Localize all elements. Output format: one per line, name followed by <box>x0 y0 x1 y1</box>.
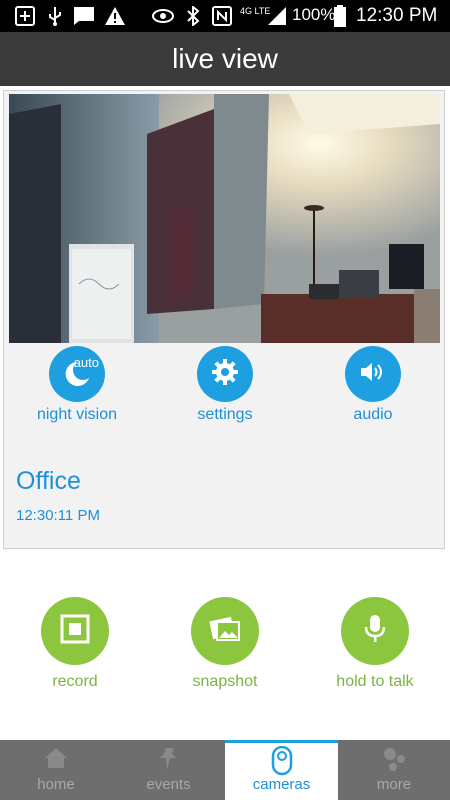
bluetooth-icon <box>184 6 202 26</box>
record-label: record <box>52 673 98 690</box>
camera-icon <box>271 745 293 780</box>
record-icon <box>60 614 90 649</box>
audio-control[interactable]: audio <box>298 346 448 424</box>
page-title: live view <box>172 43 278 74</box>
hold-to-talk-control[interactable]: hold to talk <box>300 597 450 691</box>
tab-cameras[interactable]: cameras <box>225 740 338 800</box>
live-video-feed[interactable] <box>9 94 440 343</box>
tab-cameras-label: cameras <box>252 776 311 793</box>
tab-events[interactable]: events <box>112 740 225 800</box>
speaker-icon <box>358 360 388 389</box>
snapshot-label: snapshot <box>192 673 258 690</box>
status-bar: 4G LTE 100% 12:30 PM <box>0 0 450 32</box>
settings-control[interactable]: settings <box>150 346 300 424</box>
tab-home-label: home <box>37 776 75 793</box>
battery-icon <box>333 5 347 27</box>
pin-icon <box>158 746 180 776</box>
night-vision-control[interactable]: auto night vision <box>2 346 152 424</box>
signal-icon <box>266 6 288 26</box>
more-icon <box>381 746 407 776</box>
settings-button[interactable] <box>197 346 253 402</box>
nfc-icon <box>211 6 233 26</box>
night-vision-label: night vision <box>36 406 118 423</box>
warning-icon <box>103 6 127 26</box>
audio-label: audio <box>353 406 393 423</box>
snapshot-button[interactable] <box>191 597 259 665</box>
photo-icon <box>208 614 242 649</box>
night-vision-auto-badge: auto <box>73 355 99 370</box>
record-button[interactable] <box>41 597 109 665</box>
hold-to-talk-button[interactable] <box>341 597 409 665</box>
add-box-icon <box>14 6 36 26</box>
page-title-bar: live view <box>0 32 450 86</box>
tab-more[interactable]: more <box>338 740 450 800</box>
record-control[interactable]: record <box>0 597 150 691</box>
status-clock: 12:30 PM <box>356 5 438 26</box>
microphone-icon <box>363 614 387 649</box>
usb-icon <box>44 6 66 26</box>
tab-home[interactable]: home <box>0 740 112 800</box>
camera-card: auto night vision settings audio Office … <box>3 90 445 549</box>
night-vision-button[interactable]: auto <box>49 346 105 402</box>
eye-icon <box>152 6 174 26</box>
camera-timestamp: 12:30:11 PM <box>16 507 100 524</box>
home-icon <box>43 746 69 774</box>
settings-label: settings <box>197 406 253 423</box>
hold-to-talk-label: hold to talk <box>336 673 414 690</box>
snapshot-control[interactable]: snapshot <box>150 597 300 691</box>
battery-percent: 100% <box>292 5 336 24</box>
message-icon <box>72 6 96 26</box>
gear-icon <box>210 357 240 392</box>
tab-events-label: events <box>146 776 191 793</box>
bottom-tab-bar: home events cameras more <box>0 740 450 800</box>
camera-name: Office <box>16 467 81 495</box>
tab-more-label: more <box>376 776 412 793</box>
audio-button[interactable] <box>345 346 401 402</box>
